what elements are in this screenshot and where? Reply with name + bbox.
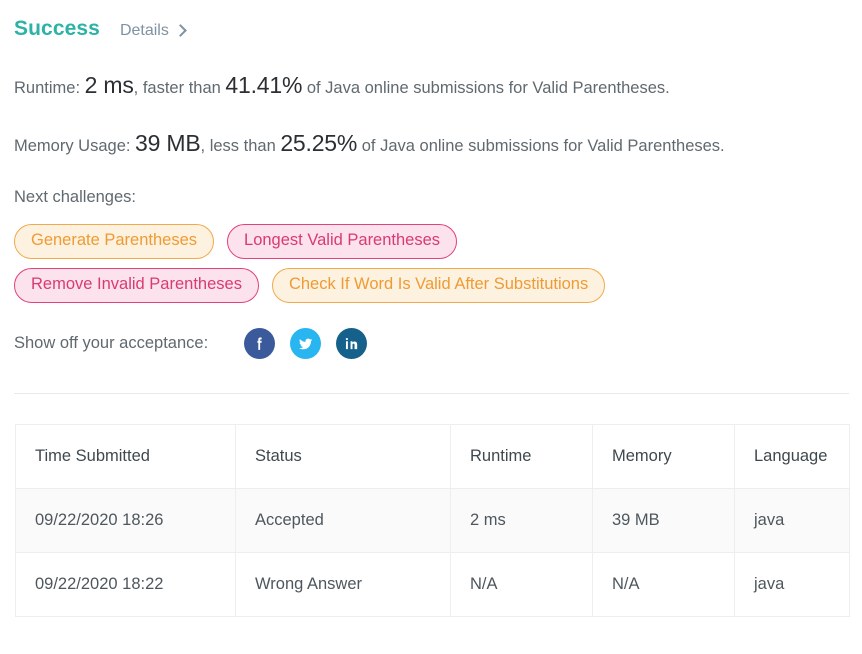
column-header-memory: Memory — [592, 424, 735, 490]
challenge-pill-longest-valid-parentheses[interactable]: Longest Valid Parentheses — [227, 224, 458, 260]
column-header-language: Language — [734, 424, 850, 490]
runtime-stat-line: Runtime: 2 ms, faster than 41.41% of Jav… — [0, 72, 862, 100]
memory-compare-text: , less than — [200, 136, 276, 155]
runtime-suffix: of Java online submissions for Valid Par… — [306, 79, 670, 97]
section-divider — [14, 393, 849, 395]
challenge-pill-generate-parentheses[interactable]: Generate Parentheses — [14, 224, 215, 260]
chevron-right-icon — [173, 23, 187, 37]
result-header: Success Details — [0, 0, 862, 41]
memory-suffix: of Java online submissions for Valid Par… — [361, 136, 725, 155]
column-header-time-submitted: Time Submitted — [15, 424, 236, 490]
runtime-value: 2 ms — [84, 72, 134, 98]
next-challenges-list: Generate Parentheses Longest Valid Paren… — [0, 224, 862, 304]
memory-stat-line: Memory Usage: 39 MB, less than 25.25% of… — [0, 130, 862, 158]
cell-language: java — [734, 488, 850, 554]
challenge-pill-remove-invalid-parentheses[interactable]: Remove Invalid Parentheses — [14, 268, 259, 304]
submissions-table: Time Submitted Status Runtime Memory Lan… — [15, 424, 850, 618]
table-row[interactable]: 09/22/2020 18:26 Accepted 2 ms 39 MB jav… — [15, 488, 850, 554]
status-badge[interactable]: Accepted — [235, 488, 451, 554]
runtime-percentile: 41.41% — [225, 72, 303, 98]
cell-runtime: 2 ms — [450, 488, 593, 554]
status-badge[interactable]: Wrong Answer — [235, 552, 451, 618]
facebook-icon[interactable] — [244, 328, 276, 360]
page-title: Success — [14, 17, 100, 40]
column-header-runtime: Runtime — [450, 424, 593, 490]
table-header-row: Time Submitted Status Runtime Memory Lan… — [15, 424, 850, 490]
runtime-label: Runtime: — [14, 79, 81, 97]
cell-memory: N/A — [592, 552, 735, 618]
memory-percentile: 25.25% — [280, 129, 358, 156]
details-link[interactable]: Details — [119, 22, 187, 40]
column-header-status: Status — [235, 424, 451, 490]
submission-result-page: Success Details Runtime: 2 ms, faster th… — [0, 0, 862, 654]
cell-time-submitted: 09/22/2020 18:26 — [15, 488, 236, 554]
social-icon-group — [244, 328, 368, 360]
challenge-pill-check-if-word-is-valid[interactable]: Check If Word Is Valid After Substitutio… — [271, 268, 606, 304]
share-label: Show off your acceptance: — [14, 334, 209, 353]
linkedin-icon[interactable] — [336, 328, 368, 360]
next-challenges-row-2: Remove Invalid Parentheses Check If Word… — [14, 268, 862, 304]
share-section: Show off your acceptance: — [0, 328, 862, 360]
details-link-label: Details — [119, 22, 169, 39]
next-challenges-label: Next challenges: — [14, 188, 136, 207]
runtime-compare-text: , faster than — [133, 79, 221, 97]
next-challenges-row-1: Generate Parentheses Longest Valid Paren… — [14, 224, 862, 260]
cell-memory: 39 MB — [592, 488, 735, 554]
memory-value: 39 MB — [135, 129, 201, 156]
table-row[interactable]: 09/22/2020 18:22 Wrong Answer N/A N/A ja… — [15, 552, 850, 618]
cell-runtime: N/A — [450, 552, 593, 618]
cell-time-submitted: 09/22/2020 18:22 — [15, 552, 236, 618]
memory-label: Memory Usage: — [14, 136, 131, 155]
cell-language: java — [734, 552, 850, 618]
twitter-icon[interactable] — [290, 328, 322, 360]
submissions-table-wrap: Time Submitted Status Runtime Memory Lan… — [15, 424, 850, 618]
